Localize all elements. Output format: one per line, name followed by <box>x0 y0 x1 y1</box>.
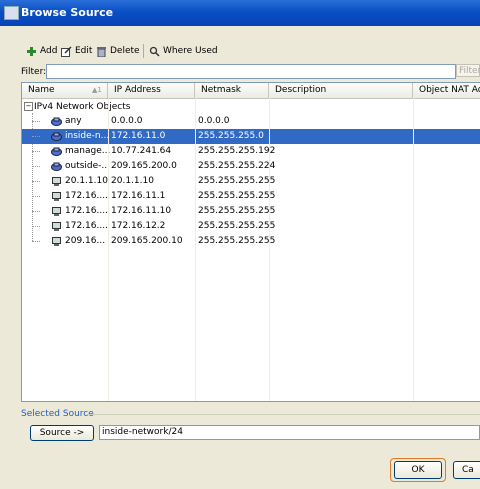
ok-button[interactable]: OK <box>394 461 442 479</box>
netmask-cell: 255.255.255.255 <box>198 221 276 231</box>
source-button[interactable]: Source -> <box>30 425 94 441</box>
ip-cell: 209.165.200.0 <box>111 161 177 171</box>
table-row[interactable]: 209.16... 209.165.200.10 255.255.255.255 <box>22 234 480 249</box>
collapse-icon: − <box>24 102 33 111</box>
tree-connector <box>32 181 40 182</box>
window-title: Browse Source <box>21 6 114 19</box>
table-row[interactable]: 172.16.... 172.16.11.1 255.255.255.255 <box>22 189 480 204</box>
network-icon <box>51 162 62 171</box>
tree-connector <box>32 211 40 212</box>
ip-cell: 20.1.1.10 <box>111 176 154 186</box>
delete-button[interactable]: Delete <box>96 43 140 59</box>
netmask-cell: 255.255.255.255 <box>198 206 276 216</box>
tree-connector <box>32 166 40 167</box>
add-button[interactable]: Add <box>26 43 57 59</box>
tree-connector <box>32 241 40 242</box>
netmask-cell: 255.255.255.255 <box>198 176 276 186</box>
where-used-label: Where Used <box>163 46 218 56</box>
filter-button[interactable]: Filter <box>456 64 480 77</box>
edit-button[interactable]: Edit <box>61 43 92 59</box>
tree-connector <box>32 151 40 152</box>
column-header-description[interactable]: Description <box>269 83 413 98</box>
add-label: Add <box>40 46 58 56</box>
netmask-cell: 0.0.0.0 <box>198 116 230 126</box>
tree-connector <box>32 121 40 122</box>
table-row[interactable]: outside-... 209.165.200.0 255.255.255.224 <box>22 159 480 174</box>
netmask-cell: 255.255.255.0 <box>198 131 264 141</box>
filter-label: Filter: <box>21 67 47 77</box>
ip-cell: 172.16.11.0 <box>111 131 166 141</box>
netmask-cell: 255.255.255.224 <box>198 161 276 171</box>
name-cell: 172.16.... <box>65 221 108 231</box>
search-icon <box>149 46 160 57</box>
name-cell: 172.16.... <box>65 191 108 201</box>
netmask-cell: 255.255.255.192 <box>198 146 276 156</box>
column-divider <box>413 98 414 401</box>
column-name-label: Name <box>28 85 55 95</box>
sort-indicator: ▲1 <box>92 86 102 94</box>
tree-group-ipv4[interactable]: − IPv4 Network Objects <box>24 101 130 113</box>
filter-input[interactable] <box>46 64 456 79</box>
name-cell: any <box>65 116 82 126</box>
edit-icon <box>61 45 72 57</box>
table-row[interactable]: inside-n... 172.16.11.0 255.255.255.0 <box>22 129 480 144</box>
toolbar: Add Edit Delete Where Used <box>20 43 480 59</box>
table-row[interactable]: 172.16.... 172.16.11.10 255.255.255.255 <box>22 204 480 219</box>
name-cell: 209.16... <box>65 236 106 246</box>
tree-connector <box>32 196 40 197</box>
plus-icon <box>27 46 36 56</box>
column-header-ip[interactable]: IP Address <box>108 83 195 98</box>
name-cell: manage... <box>65 146 111 156</box>
where-used-button[interactable]: Where Used <box>149 43 218 59</box>
column-header-name[interactable]: Name ▲1 <box>22 83 108 98</box>
table-row[interactable]: 20.1.1.10 20.1.1.10 255.255.255.255 <box>22 174 480 189</box>
tree-connector <box>32 136 40 137</box>
network-icon <box>51 147 62 156</box>
table-row[interactable]: manage... 10.77.241.64 255.255.255.192 <box>22 144 480 159</box>
column-divider <box>108 98 109 401</box>
group-label: IPv4 Network Objects <box>34 102 131 112</box>
cancel-button[interactable]: Ca <box>453 461 480 479</box>
selected-source-label: Selected Source <box>21 409 94 419</box>
name-cell: 172.16.... <box>65 206 108 216</box>
window-icon <box>4 6 19 20</box>
objects-table: Name ▲1 IP Address Netmask Description O… <box>21 82 480 402</box>
table-row[interactable]: any 0.0.0.0 0.0.0.0 <box>22 114 480 129</box>
host-icon <box>52 222 61 231</box>
netmask-cell: 255.255.255.255 <box>198 191 276 201</box>
ip-cell: 209.165.200.10 <box>111 236 183 246</box>
table-row[interactable]: 172.16.... 172.16.12.2 255.255.255.255 <box>22 219 480 234</box>
netmask-cell: 255.255.255.255 <box>198 236 276 246</box>
network-icon <box>51 132 62 141</box>
ip-cell: 172.16.12.2 <box>111 221 166 231</box>
name-cell: inside-n... <box>65 131 110 141</box>
host-icon <box>52 192 61 201</box>
tree-connector <box>32 226 40 227</box>
column-divider <box>269 98 270 401</box>
title-bar: Browse Source <box>0 0 480 26</box>
ip-cell: 172.16.11.10 <box>111 206 172 216</box>
host-icon <box>52 237 61 246</box>
column-header-netmask[interactable]: Netmask <box>195 83 269 98</box>
column-divider <box>195 98 196 401</box>
toolbar-separator <box>143 44 144 58</box>
ip-cell: 0.0.0.0 <box>111 116 143 126</box>
delete-label: Delete <box>110 46 140 56</box>
name-cell: 20.1.1.10 <box>65 176 108 186</box>
ip-cell: 172.16.11.1 <box>111 191 166 201</box>
column-header-object-nat[interactable]: Object NAT Address <box>413 83 480 98</box>
edit-label: Edit <box>75 46 93 56</box>
ip-cell: 10.77.241.64 <box>111 146 172 156</box>
host-icon <box>52 177 61 186</box>
section-divider <box>86 414 480 415</box>
selected-source-field[interactable]: inside-network/24 <box>99 425 480 440</box>
host-icon <box>52 207 61 216</box>
table-header: Name ▲1 IP Address Netmask Description O… <box>22 83 480 99</box>
trash-icon <box>97 46 106 57</box>
network-icon <box>51 117 62 126</box>
name-cell: outside-... <box>65 161 111 171</box>
